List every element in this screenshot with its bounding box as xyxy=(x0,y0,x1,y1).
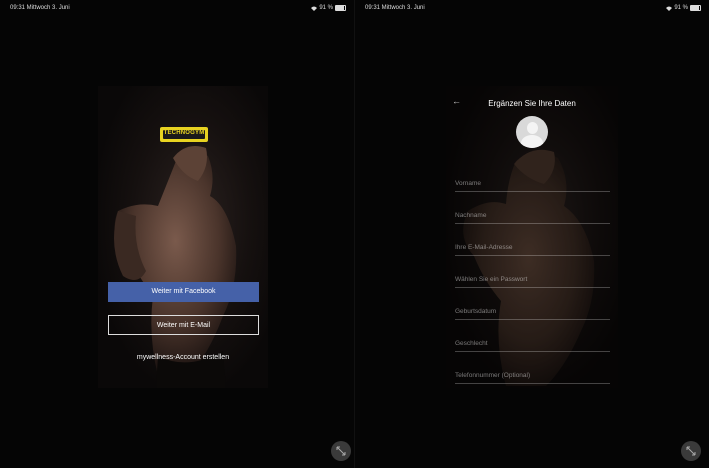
login-screen: 09:31 Mittwoch 3. Juni 91 % TECHNOGYM We… xyxy=(0,0,354,468)
status-time: 09:31 Mittwoch 3. Juni xyxy=(10,5,70,11)
status-bar: 09:31 Mittwoch 3. Juni 91 % xyxy=(0,0,354,14)
profile-form-panel: ← Ergänzen Sie Ihre Daten Vorname Nachna… xyxy=(446,86,618,388)
status-time: 09:31 Mittwoch 3. Juni xyxy=(365,5,425,11)
battery-icon xyxy=(335,5,346,11)
birthdate-field[interactable]: Geburtsdatum xyxy=(455,301,610,320)
password-field[interactable]: Wählen Sie ein Passwort xyxy=(455,269,610,288)
create-account-link[interactable]: mywellness-Account erstellen xyxy=(98,354,268,361)
wifi-icon xyxy=(311,6,318,11)
expand-icon xyxy=(336,446,346,456)
last-name-field[interactable]: Nachname xyxy=(455,205,610,224)
expand-icon xyxy=(686,446,696,456)
status-bar: 09:31 Mittwoch 3. Juni 91 % xyxy=(355,0,709,14)
profile-screen: 09:31 Mittwoch 3. Juni 91 % ← Ergänzen S… xyxy=(355,0,709,468)
email-field[interactable]: Ihre E-Mail-Adresse xyxy=(455,237,610,256)
phone-field[interactable]: Telefonnummer (Optional) xyxy=(455,365,610,384)
status-battery-text: 91 % xyxy=(319,5,333,11)
logo-text: TECHNOGYM xyxy=(163,130,205,139)
form-title: Ergänzen Sie Ihre Daten xyxy=(488,99,576,108)
technogym-logo: TECHNOGYM xyxy=(160,127,208,142)
gender-field[interactable]: Geschlecht xyxy=(455,333,610,352)
facebook-login-button[interactable]: Weiter mit Facebook xyxy=(108,282,259,302)
battery-icon xyxy=(690,5,701,11)
login-panel: TECHNOGYM Weiter mit Facebook Weiter mit… xyxy=(98,86,268,388)
expand-button[interactable] xyxy=(331,441,351,461)
first-name-field[interactable]: Vorname xyxy=(455,173,610,192)
email-login-button[interactable]: Weiter mit E-Mail xyxy=(108,315,259,335)
wifi-icon xyxy=(666,6,673,11)
avatar-placeholder-icon[interactable] xyxy=(516,116,548,148)
expand-button[interactable] xyxy=(681,441,701,461)
status-battery-text: 91 % xyxy=(674,5,688,11)
